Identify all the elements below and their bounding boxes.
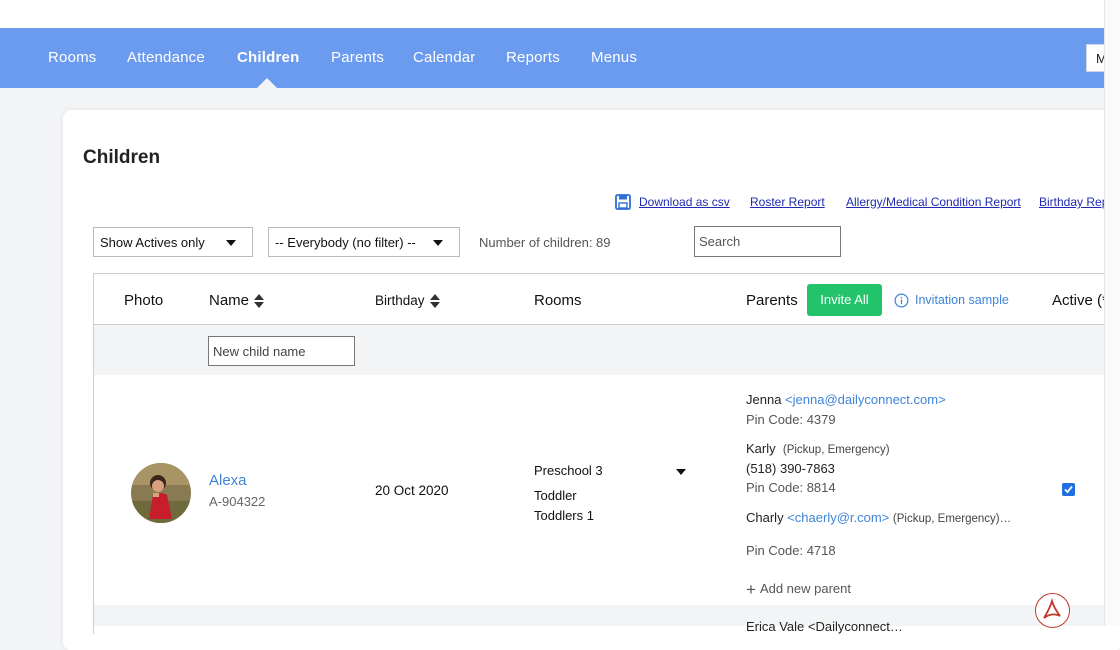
main-nav: Rooms Attendance Children Parents Calend… xyxy=(0,28,1116,88)
sort-icon[interactable] xyxy=(429,294,440,309)
info-icon[interactable] xyxy=(894,293,909,308)
parent-name: Charly xyxy=(746,510,784,525)
new-child-name-input[interactable] xyxy=(208,336,355,366)
chevron-down-icon xyxy=(433,240,443,246)
scrollbar[interactable] xyxy=(1104,0,1120,626)
chevron-down-icon xyxy=(226,240,236,246)
parent-pin: Pin Code: 8814 xyxy=(746,480,836,495)
room-name: Toddler xyxy=(534,488,577,503)
header-name-label: Name xyxy=(209,292,250,309)
status-filter-select[interactable]: Show Actives only xyxy=(93,227,253,257)
nav-item-reports[interactable]: Reports xyxy=(506,49,560,66)
header-photo: Photo xyxy=(124,292,164,309)
parent-pin: Pin Code: 4718 xyxy=(746,543,836,558)
child-birthday: 20 Oct 2020 xyxy=(375,483,449,498)
chevron-down-icon[interactable] xyxy=(676,469,686,475)
next-row-parent: Erica Vale <Dailyconnect… xyxy=(746,619,903,634)
child-avatar[interactable] xyxy=(131,463,191,523)
page-title: Children xyxy=(83,147,161,168)
header-birthday-label: Birthday xyxy=(375,293,425,308)
nav-item-menus[interactable]: Menus xyxy=(591,49,637,66)
group-filter-select[interactable]: -- Everybody (no filter) -- xyxy=(268,227,460,257)
table-row xyxy=(94,605,1105,626)
invitation-sample-link[interactable]: Invitation sample xyxy=(915,293,1009,307)
search-input[interactable] xyxy=(694,226,841,257)
adobe-pdf-icon[interactable] xyxy=(1035,593,1070,628)
active-nav-indicator xyxy=(257,78,277,88)
header-birthday[interactable]: Birthday xyxy=(375,293,440,309)
room-name: Preschool 3 xyxy=(534,463,603,478)
roster-report-link[interactable]: Roster Report xyxy=(750,195,825,209)
nav-item-children[interactable]: Children xyxy=(237,49,299,66)
invite-all-button[interactable]: Invite All xyxy=(807,284,882,316)
parent-pin: Pin Code: 4379 xyxy=(746,412,836,427)
header-rooms: Rooms xyxy=(534,292,582,309)
add-parent-label: Add new parent xyxy=(759,581,852,596)
top-bar xyxy=(0,0,1105,28)
sort-icon[interactable] xyxy=(254,294,265,309)
parent-entry: Jenna <jenna@dailyconnect.com> xyxy=(746,392,946,407)
parent-phone: (518) 390-7863 xyxy=(746,461,835,476)
birthday-report-link[interactable]: Birthday Rep xyxy=(1039,195,1108,209)
child-name-link[interactable]: Alexa xyxy=(209,472,247,489)
allergy-report-link[interactable]: Allergy/Medical Condition Report xyxy=(846,195,1021,209)
parent-roles: (Pickup, Emergency)… xyxy=(892,513,1012,525)
parent-entry: Karly (Pickup, Emergency) xyxy=(746,441,890,456)
download-csv-link[interactable]: Download as csv xyxy=(639,195,730,209)
nav-item-calendar[interactable]: Calendar xyxy=(413,49,475,66)
nav-item-rooms[interactable]: Rooms xyxy=(48,49,97,66)
room-name: Toddlers 1 xyxy=(534,508,594,523)
child-id: A-904322 xyxy=(209,494,266,509)
save-disk-icon[interactable] xyxy=(615,194,631,210)
parent-email-link[interactable]: <chaerly@r.com> xyxy=(787,510,889,525)
header-name[interactable]: Name xyxy=(209,292,265,309)
header-parents: Parents xyxy=(746,292,798,309)
parent-name: Karly xyxy=(746,441,776,456)
plus-icon: + xyxy=(746,580,756,599)
active-checkbox[interactable] xyxy=(1062,483,1075,496)
children-count: Number of children: 89 xyxy=(479,235,611,250)
status-filter-value: Show Actives only xyxy=(100,235,205,250)
nav-item-parents[interactable]: Parents xyxy=(331,49,384,66)
header-active: Active (* xyxy=(1052,292,1108,309)
parent-email-link[interactable]: <jenna@dailyconnect.com> xyxy=(785,392,946,407)
nav-item-attendance[interactable]: Attendance xyxy=(127,49,205,66)
parent-roles: (Pickup, Emergency) xyxy=(782,444,890,456)
parent-name: Jenna xyxy=(746,392,782,407)
parent-entry: Charly <chaerly@r.com> (Pickup, Emergenc… xyxy=(746,510,1011,525)
group-filter-value: -- Everybody (no filter) -- xyxy=(275,235,416,250)
add-parent-button[interactable]: + Add new parent xyxy=(746,580,851,600)
